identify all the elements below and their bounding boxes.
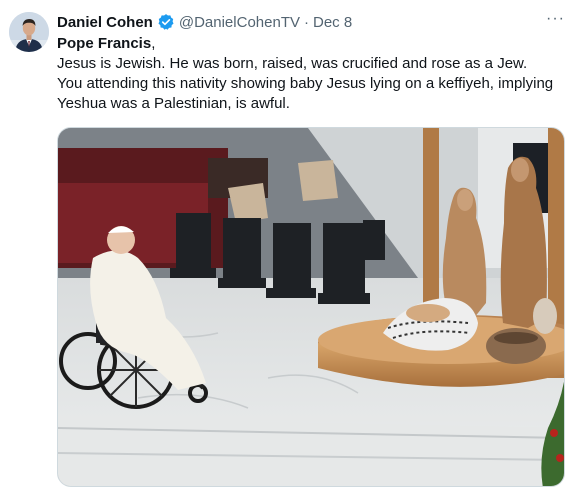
tweet-line-1: Jesus is Jewish. He was born, raised, wa… <box>57 55 528 72</box>
verified-badge-icon <box>157 13 175 31</box>
avatar-image <box>9 12 49 52</box>
more-options-icon[interactable]: ··· <box>546 10 565 28</box>
mention-pope-francis[interactable]: Pope Francis <box>57 35 151 52</box>
tweet-line-2: You attending this nativity showing baby… <box>57 75 554 112</box>
tweet-header: Daniel Cohen @DanielCohenTV · Dec 8 ··· <box>57 10 565 32</box>
tweet-line-mention: Pope Francis, <box>57 34 567 54</box>
tweet-date[interactable]: Dec 8 <box>313 14 352 31</box>
tweet-text: Pope Francis, Jesus is Jewish. He was bo… <box>57 34 567 114</box>
nativity-photo-illustration <box>58 128 564 486</box>
tweet-photo[interactable] <box>57 127 565 487</box>
separator-dot: · <box>303 13 309 31</box>
avatar[interactable] <box>9 12 49 52</box>
author-name[interactable]: Daniel Cohen <box>57 14 153 31</box>
mention-suffix: , <box>151 35 156 52</box>
tweet-card[interactable]: Daniel Cohen @DanielCohenTV · Dec 8 ··· … <box>0 0 575 491</box>
author-handle[interactable]: @DanielCohenTV <box>179 14 300 31</box>
